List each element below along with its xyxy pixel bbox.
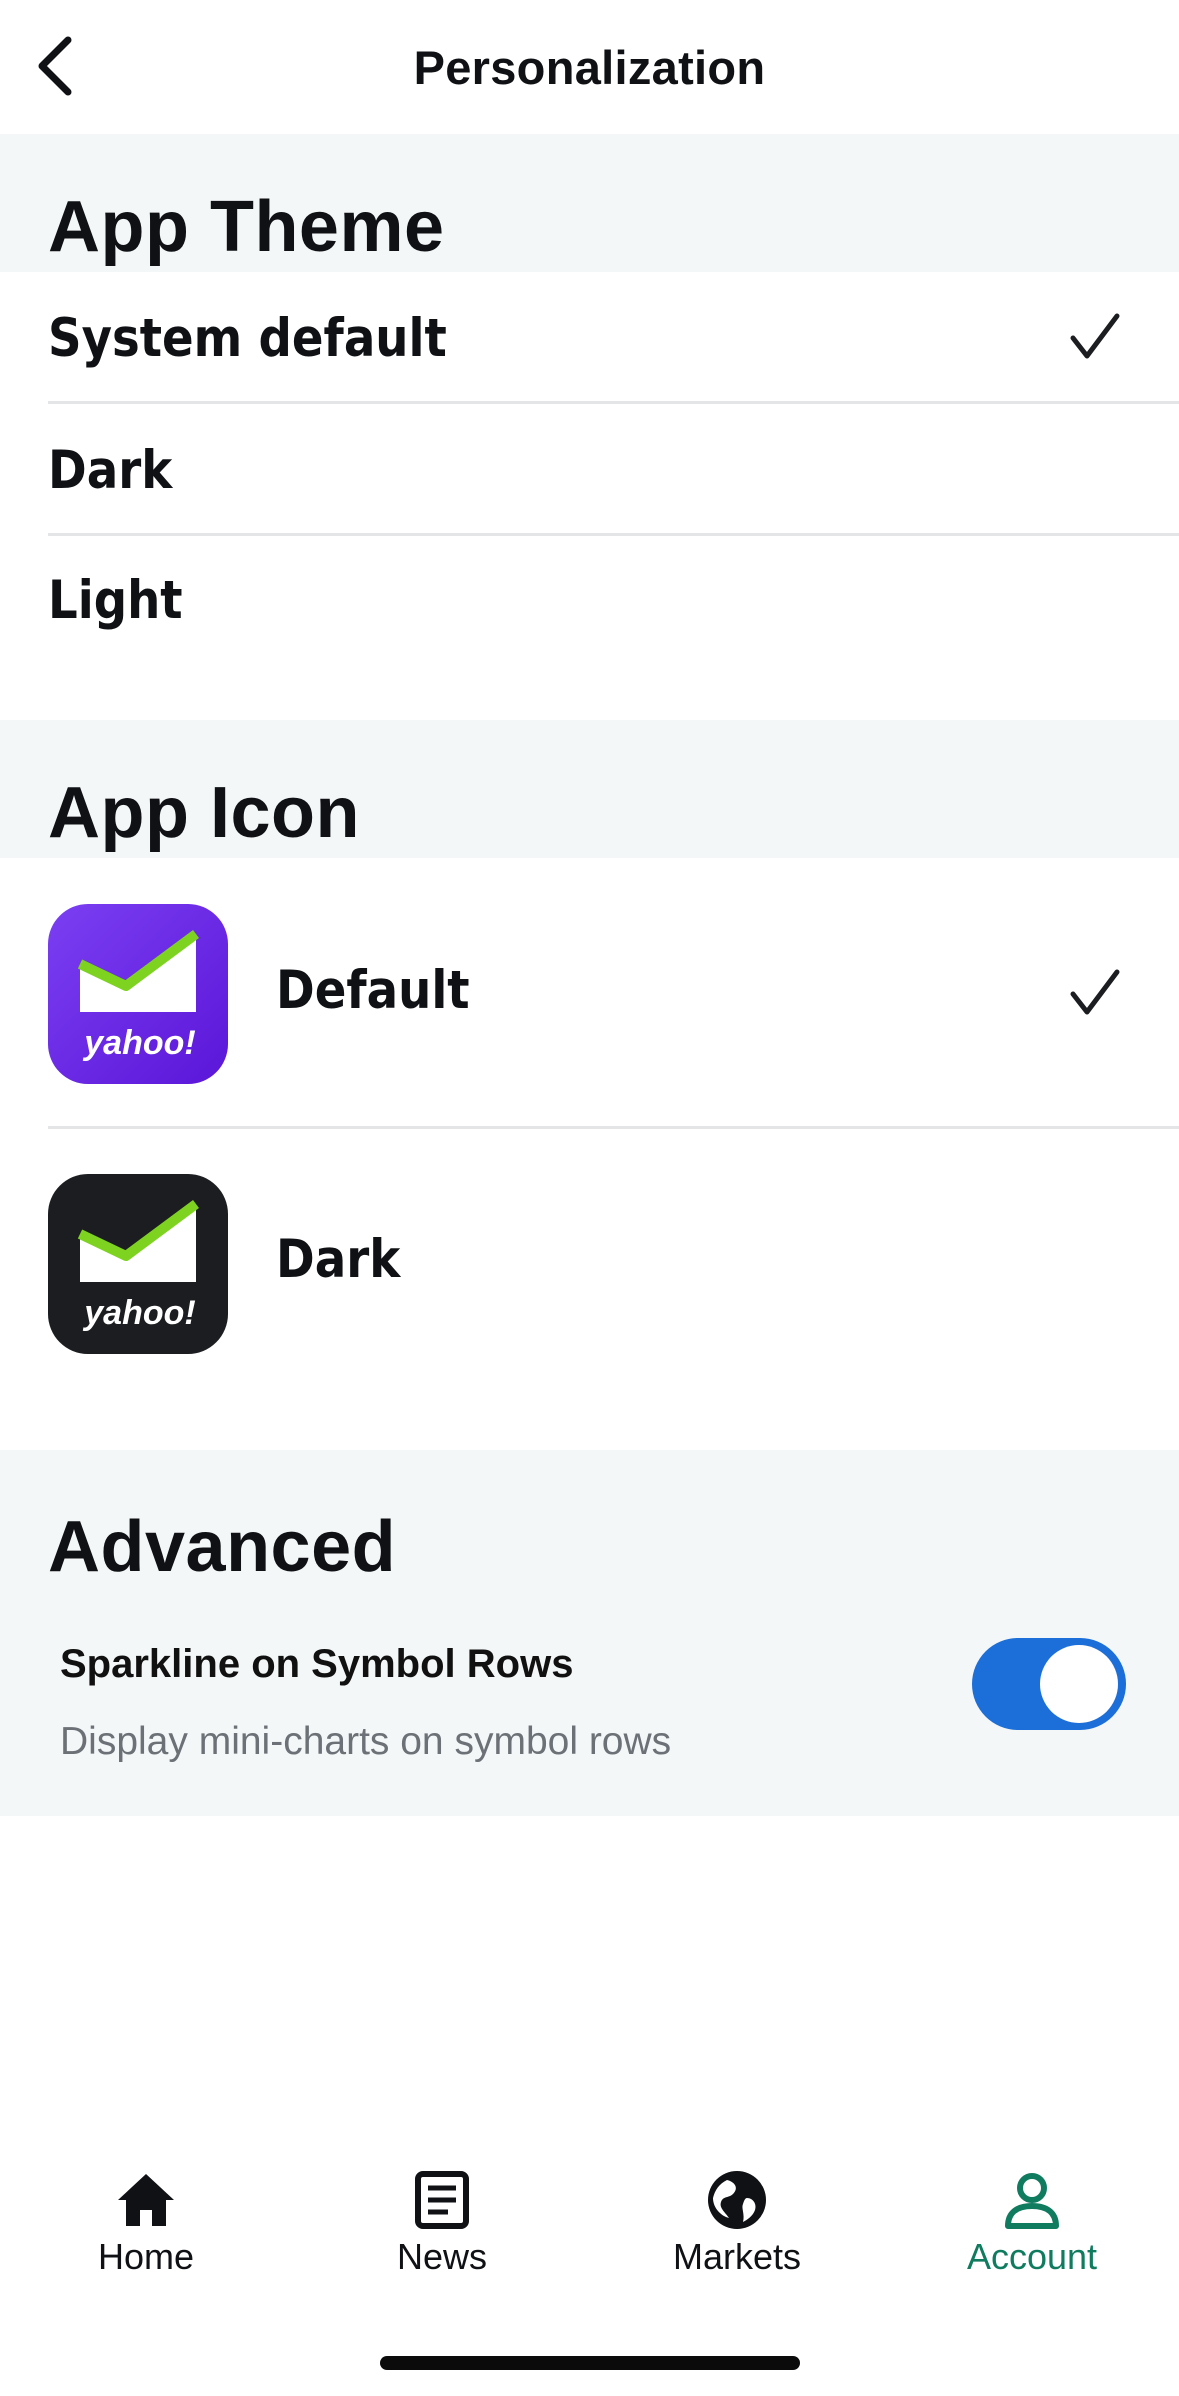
advanced-section: Advanced Sparkline on Symbol Rows Displa… bbox=[0, 1450, 1179, 1816]
theme-option-system-default[interactable]: System default bbox=[0, 272, 1179, 402]
tab-label: Account bbox=[966, 2236, 1098, 2277]
tab-home[interactable]: Home bbox=[36, 2140, 256, 2280]
yahoo-finance-default-app-icon: yahoo! bbox=[48, 904, 228, 1084]
app-icon-option-dark[interactable]: yahoo! Dark bbox=[0, 1129, 1179, 1450]
sparkline-setting-title: Sparkline on Symbol Rows bbox=[60, 1642, 574, 1686]
yahoo-logo-text: yahoo! bbox=[82, 1024, 195, 1062]
page-title: Personalization bbox=[413, 41, 766, 94]
bottom-tab-bar: Home News Markets Account bbox=[0, 2140, 1179, 2290]
theme-option-dark[interactable]: Dark bbox=[0, 404, 1179, 534]
app-icon-heading: App Icon bbox=[48, 773, 360, 853]
yahoo-logo-text: yahoo! bbox=[82, 1294, 195, 1332]
personalization-screen: Personalization App Theme System default… bbox=[0, 0, 1179, 2396]
tab-label: Markets bbox=[672, 2236, 802, 2277]
app-theme-section-header: App Theme bbox=[0, 134, 1179, 272]
theme-option-light[interactable]: Light bbox=[0, 536, 1179, 720]
advanced-heading: Advanced bbox=[48, 1507, 397, 1587]
home-indicator bbox=[380, 2356, 800, 2370]
checkmark-icon bbox=[1070, 313, 1120, 359]
tab-label: Home bbox=[97, 2236, 195, 2277]
tab-news[interactable]: News bbox=[332, 2140, 552, 2280]
theme-option-label: System default bbox=[48, 308, 447, 369]
app-icon-option-label: Dark bbox=[276, 1229, 401, 1290]
yahoo-finance-dark-app-icon: yahoo! bbox=[48, 1174, 228, 1354]
globe-icon bbox=[708, 2171, 766, 2229]
app-icon-section-header: App Icon bbox=[0, 720, 1179, 858]
sparkline-setting-subtitle: Display mini-charts on symbol rows bbox=[60, 1720, 672, 1763]
account-icon bbox=[1005, 2173, 1059, 2229]
home-icon bbox=[118, 2174, 174, 2226]
sparkline-toggle[interactable] bbox=[972, 1638, 1126, 1730]
news-icon bbox=[415, 2171, 469, 2229]
toggle-knob bbox=[1040, 1645, 1118, 1723]
app-icon-option-label: Default bbox=[276, 960, 470, 1021]
app-icon-option-default[interactable]: yahoo! Default bbox=[0, 858, 1179, 1126]
theme-option-label: Light bbox=[48, 570, 183, 631]
checkmark-icon bbox=[1070, 969, 1120, 1015]
app-theme-heading: App Theme bbox=[48, 187, 445, 267]
theme-option-label: Dark bbox=[48, 440, 173, 501]
header: Personalization bbox=[0, 0, 1179, 134]
tab-account[interactable]: Account bbox=[922, 2140, 1142, 2280]
tab-label: News bbox=[396, 2236, 488, 2277]
tab-markets[interactable]: Markets bbox=[627, 2140, 847, 2280]
